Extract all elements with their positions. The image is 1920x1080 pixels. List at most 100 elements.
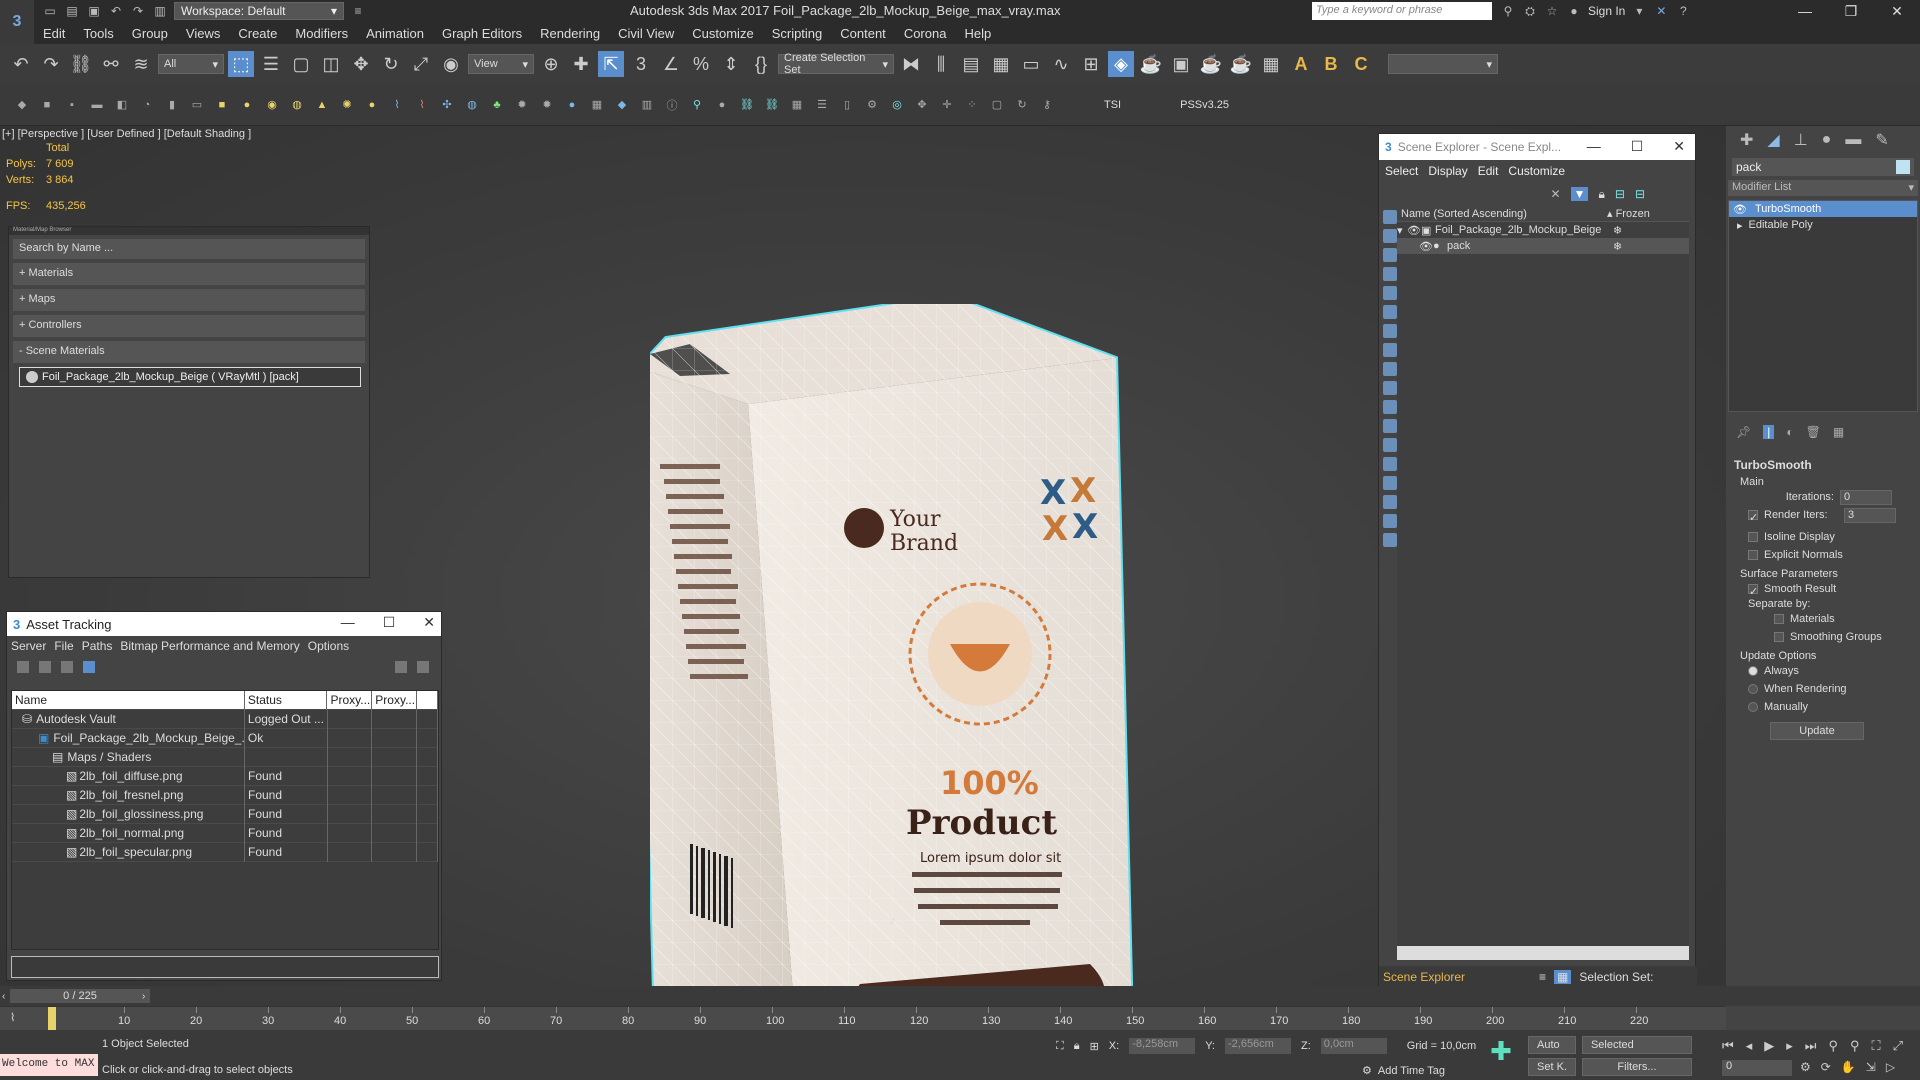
scene-explorer-titlebar[interactable]: 3 Scene Explorer - Scene Expl... — ☐ ✕ — [1379, 134, 1695, 160]
menu-modifiers[interactable]: Modifiers — [286, 26, 357, 41]
smoothing-groups-checkbox[interactable] — [1774, 632, 1784, 642]
dot-icon[interactable]: ● — [714, 97, 730, 113]
when-rendering-radio[interactable] — [1748, 684, 1758, 694]
pin-icon[interactable] — [417, 661, 429, 673]
minimize-button[interactable]: — — [341, 614, 355, 631]
search-input[interactable]: Type a keyword or phrase — [1312, 2, 1492, 20]
minimize-button[interactable]: — — [1587, 138, 1601, 155]
group-scene-materials[interactable]: - Scene Materials — [13, 341, 365, 363]
scene-material-item[interactable]: Foil_Package_2lb_Mockup_Beige ( VRayMtl … — [19, 367, 361, 387]
table-row[interactable]: ▤ Maps / Shaders — [12, 747, 438, 767]
lock-selection-icon[interactable]: 🔒︎ — [1074, 1040, 1080, 1053]
menu-rendering[interactable]: Rendering — [531, 26, 609, 41]
angle-snap-icon[interactable]: ∠ — [658, 51, 684, 77]
materials-checkbox[interactable] — [1774, 614, 1784, 624]
scale-icon[interactable]: ⤢ — [408, 51, 434, 77]
display-cameras-icon[interactable] — [1383, 267, 1397, 281]
col-proxy[interactable]: Proxy... — [327, 690, 373, 710]
light-icon[interactable]: ◍ — [289, 97, 305, 113]
more-icon[interactable]: ≡ — [350, 3, 366, 19]
maximize-button[interactable]: ☐ — [1631, 138, 1644, 155]
proxy-icon[interactable]: ✣ — [439, 97, 455, 113]
display-frozen-icon[interactable] — [1383, 400, 1397, 414]
render-production-icon[interactable]: ☕ — [1198, 51, 1224, 77]
slider-prev-icon[interactable]: ‹ — [2, 991, 5, 1002]
new-file-icon[interactable]: ▭ — [42, 3, 58, 19]
menu-tools[interactable]: Tools — [74, 26, 122, 41]
x-coordinate-field[interactable]: -8,258cm — [1129, 1038, 1196, 1054]
key-filter-dropdown[interactable]: Selected — [1581, 1036, 1692, 1054]
menu-file[interactable]: File — [54, 639, 73, 653]
play-icon[interactable]: ▶ — [1764, 1038, 1774, 1054]
lock-icon[interactable]: 🔒︎ — [1598, 187, 1604, 202]
set-key-button[interactable]: Set K. — [1528, 1058, 1576, 1076]
menu-server[interactable]: Server — [11, 639, 46, 653]
display-xrefs-icon[interactable] — [1383, 343, 1397, 357]
isolate-icon[interactable]: ⛶ — [1056, 1040, 1064, 1053]
stack-item-editable-poly[interactable]: ▸ Editable Poly — [1729, 217, 1917, 233]
menu-content[interactable]: Content — [831, 26, 895, 41]
viewport-label[interactable]: [+] [Perspective ] [User Defined ] [Defa… — [2, 128, 251, 140]
hierarchy-tab-icon[interactable]: ⊥ — [1794, 130, 1808, 150]
expand-icon[interactable]: ▸ — [1737, 219, 1743, 232]
maximize-viewport-icon[interactable]: ⤢ — [1893, 1038, 1903, 1054]
eye-icon[interactable]: 👁︎ — [1419, 240, 1433, 253]
decal-icon[interactable]: ✹ — [514, 97, 530, 113]
undo-icon[interactable]: ↶ — [8, 51, 34, 77]
minimize-button[interactable]: — — [1782, 0, 1828, 22]
table-row[interactable]: ▧ 2lb_foil_diffuse.png Found — [12, 766, 438, 786]
box-icon[interactable]: ▢ — [989, 97, 1005, 113]
render-iters-spinner[interactable]: 3 — [1844, 507, 1896, 523]
select-manipulate-icon[interactable]: ✚ — [568, 51, 594, 77]
menu-bitmap-performance[interactable]: Bitmap Performance and Memory — [120, 639, 299, 653]
track-bar[interactable]: ⌇ 10 20 30 40 50 60 70 80 90 100 110 120 130 140 150 16… — [0, 1006, 1726, 1031]
isoline-checkbox[interactable] — [1748, 532, 1758, 542]
maximize-button[interactable]: ❐ — [1828, 0, 1874, 22]
text-tool-c-icon[interactable]: C — [1348, 51, 1374, 77]
display-hidden-icon[interactable] — [1383, 419, 1397, 433]
table-row[interactable]: ▧ 2lb_foil_normal.png Found — [12, 823, 438, 843]
pivot-center-icon[interactable]: ⊕ — [538, 51, 564, 77]
menu-options[interactable]: Options — [308, 639, 349, 653]
display-all-icon[interactable] — [1383, 438, 1397, 452]
table-row[interactable]: ▧ 2lb_foil_glossiness.png Found — [12, 804, 438, 824]
next-frame-icon[interactable]: ▸ — [1786, 1038, 1793, 1054]
col-frozen[interactable]: ▴ Frozen — [1607, 207, 1650, 220]
key-filters-button[interactable]: Filters... — [1581, 1058, 1692, 1076]
explicit-normals-checkbox[interactable] — [1748, 550, 1758, 560]
move-icon[interactable]: ✥ — [348, 51, 374, 77]
asset-tracking-titlebar[interactable]: 3 Asset Tracking — ☐ ✕ — [7, 612, 441, 636]
motion-tab-icon[interactable]: ● — [1822, 131, 1832, 149]
modify-tab-icon[interactable]: ◢ — [1767, 130, 1779, 150]
view-icon[interactable] — [39, 661, 51, 673]
maximize-button[interactable]: ☐ — [383, 614, 396, 631]
curve-editor-toggle-icon[interactable]: ⌇ — [10, 1011, 15, 1024]
redo-icon[interactable]: ↷ — [38, 51, 64, 77]
col-proxy-2[interactable]: Proxy... — [372, 690, 418, 710]
menu-edit[interactable]: Edit — [1478, 164, 1499, 178]
display-containers-icon[interactable] — [1383, 381, 1397, 395]
tsi-label[interactable]: TSI — [1104, 99, 1121, 111]
hierarchy-icon[interactable]: ⊟ — [1635, 187, 1645, 201]
menu-scripting[interactable]: Scripting — [763, 26, 832, 41]
grid-icon[interactable]: ▦ — [589, 97, 605, 113]
select-object-icon[interactable]: ⬚ — [228, 51, 254, 77]
remove-modifier-icon[interactable]: 🗑︎ — [1806, 425, 1821, 439]
menu-edit[interactable]: Edit — [34, 26, 74, 41]
chevron-down-icon[interactable]: ▾ — [1631, 3, 1647, 19]
view-icon[interactable] — [17, 661, 29, 673]
create-tab-icon[interactable]: ✚ — [1740, 130, 1753, 150]
extra-dropdown[interactable]: ▾ — [1388, 54, 1498, 74]
community-icon[interactable]: ⛭ — [1522, 3, 1538, 19]
text-tool-b-icon[interactable]: B — [1318, 51, 1344, 77]
folder-icon[interactable] — [1383, 533, 1397, 547]
key-icon[interactable]: ⚷ — [1039, 97, 1055, 113]
time-slider[interactable]: 0 / 225 — [10, 989, 150, 1003]
menu-animation[interactable]: Animation — [357, 26, 433, 41]
pan-icon[interactable]: ✋ — [1841, 1060, 1856, 1074]
light-icon[interactable]: ◉ — [264, 97, 280, 113]
select-by-name-icon[interactable]: ☰ — [258, 51, 284, 77]
rectangular-selection-icon[interactable]: ▢ — [288, 51, 314, 77]
random-icon[interactable]: ⁘ — [964, 97, 980, 113]
menu-views[interactable]: Views — [177, 26, 229, 41]
